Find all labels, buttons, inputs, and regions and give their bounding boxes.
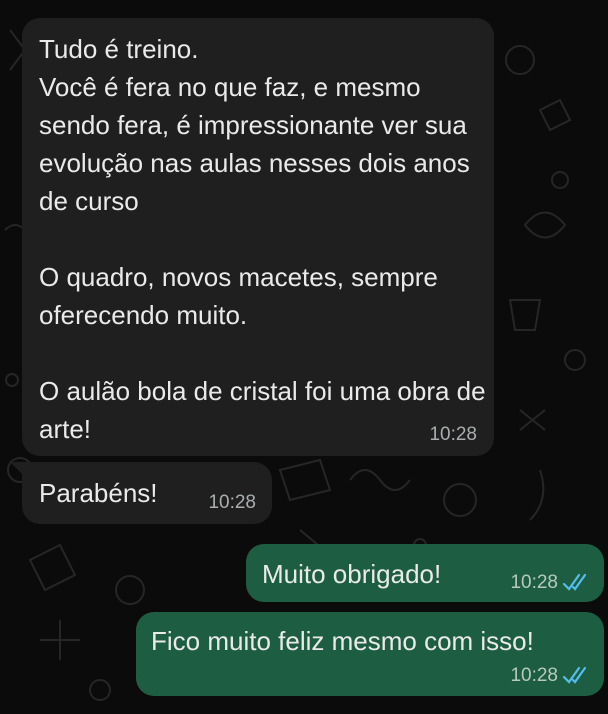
message-timestamp: 10:28 [510, 665, 558, 686]
message-text: Parabéns! [39, 478, 158, 508]
incoming-message-bubble[interactable]: Tudo é treino. Você é fera no que faz, e… [22, 18, 494, 456]
message-text: Muito obrigado! [262, 559, 442, 589]
outgoing-message-bubble[interactable]: Fico muito feliz mesmo com isso! 10:28 [136, 612, 604, 696]
message-text: Tudo é treino. Você é fera no que faz, e… [39, 34, 486, 444]
message-text: Fico muito feliz mesmo com isso! [151, 626, 534, 656]
double-check-read-icon [562, 573, 587, 591]
message-timestamp: 10:28 [429, 424, 477, 445]
outgoing-message-bubble[interactable]: Muito obrigado! 10:28 [246, 544, 604, 602]
bubble-tail [10, 462, 28, 480]
message-timestamp: 10:28 [510, 572, 558, 593]
incoming-message-bubble[interactable]: Parabéns! 10:28 [22, 462, 272, 524]
message-timestamp: 10:28 [208, 492, 256, 513]
double-check-read-icon [562, 666, 587, 684]
